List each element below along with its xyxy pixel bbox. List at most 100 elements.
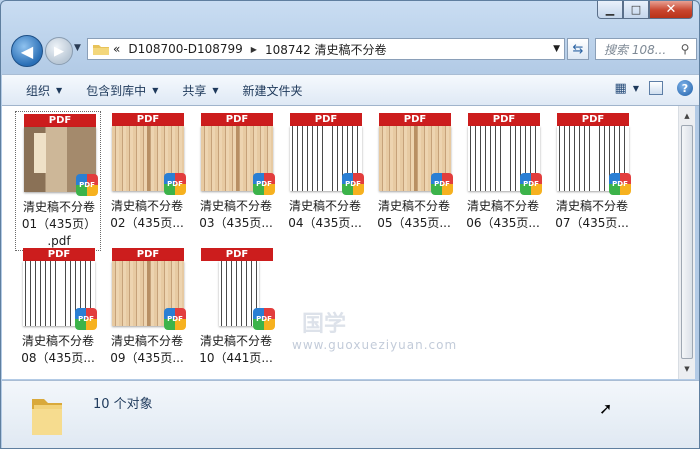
pdf-app-icon: PDF xyxy=(164,308,186,330)
include-library-menu[interactable]: 包含到库中 ▼ xyxy=(86,82,158,99)
file-name-line2: 09（435页... xyxy=(110,351,184,365)
file-item[interactable]: PDF PDF 清史稿不分卷 01（435页） .pdf xyxy=(15,111,101,251)
include-library-label: 包含到库中 xyxy=(86,83,147,98)
search-placeholder: 搜索 108... xyxy=(604,42,667,57)
breadcrumb-arrow-icon[interactable]: ▶ xyxy=(251,45,257,54)
caption-buttons: ▁ □ ✕ xyxy=(597,1,693,19)
file-item[interactable]: PDF PDF 清史稿不分卷 02（435页... xyxy=(104,111,190,251)
file-name: 清史稿不分卷 09（435页... xyxy=(104,333,190,367)
scroll-up-icon[interactable]: ▲ xyxy=(680,108,694,124)
folder-icon xyxy=(93,45,109,55)
file-name-line2: 06（435页... xyxy=(466,216,540,230)
pdf-thumbnail: PDF PDF xyxy=(24,114,98,196)
file-name: 清史稿不分卷 10（441页... xyxy=(193,333,279,367)
pdf-app-icon: PDF xyxy=(342,173,364,195)
scroll-down-icon[interactable]: ▼ xyxy=(680,361,694,377)
pdf-app-icon: PDF xyxy=(75,308,97,330)
address-dropdown-icon[interactable]: ▼ xyxy=(553,44,560,54)
help-icon[interactable]: ? xyxy=(677,80,693,96)
file-item[interactable]: PDF PDF 清史稿不分卷 10（441页... xyxy=(193,246,279,386)
pdf-label: PDF xyxy=(112,248,184,261)
pdf-label: PDF xyxy=(290,113,362,126)
file-name-line1: 清史稿不分卷 xyxy=(21,334,94,348)
scrollbar-thumb[interactable] xyxy=(681,125,693,359)
pdf-app-icon: PDF xyxy=(76,174,98,196)
mouse-cursor-icon: ➚ xyxy=(599,399,613,418)
file-item[interactable]: PDF PDF 清史稿不分卷 07（435页... xyxy=(549,111,635,251)
organize-label: 组织 xyxy=(26,83,51,98)
file-name-line1: 清史稿不分卷 xyxy=(199,199,272,213)
preview-pane-icon[interactable] xyxy=(649,81,663,95)
watermark-logo: 国学 xyxy=(302,312,347,337)
item-count: 10 个对象 xyxy=(93,397,153,412)
pdf-label: PDF xyxy=(557,113,629,126)
back-button[interactable]: ◀ xyxy=(11,35,43,67)
history-dropdown-icon[interactable]: ▼ xyxy=(74,43,81,53)
pdf-label: PDF xyxy=(468,113,540,126)
pdf-thumbnail: PDF PDF xyxy=(468,113,542,195)
breadcrumb-parent[interactable]: D108700-D108799 xyxy=(128,42,242,56)
file-name: 清史稿不分卷 05（435页... xyxy=(371,198,457,232)
pdf-thumbnail: PDF PDF xyxy=(23,248,97,330)
pdf-thumbnail: PDF PDF xyxy=(379,113,453,195)
file-name-line1: 清史稿不分卷 xyxy=(377,199,450,213)
file-name: 清史稿不分卷 01（435页） .pdf xyxy=(16,199,102,250)
pdf-label: PDF xyxy=(24,114,96,127)
file-name-line2: 08（435页... xyxy=(21,351,95,365)
address-row: ◀ ▶ ▼ « D108700-D108799 ▶ 108742 清史稿不分卷 … xyxy=(9,33,697,67)
file-name: 清史稿不分卷 02（435页... xyxy=(104,198,190,232)
file-name-line1: 清史稿不分卷 xyxy=(110,334,183,348)
breadcrumb-current[interactable]: 108742 清史稿不分卷 xyxy=(265,41,387,58)
search-input[interactable]: 搜索 108... ⚲ xyxy=(595,38,697,60)
pdf-app-icon: PDF xyxy=(431,173,453,195)
minimize-button[interactable]: ▁ xyxy=(597,1,623,19)
pdf-label: PDF xyxy=(201,113,273,126)
pdf-app-icon: PDF xyxy=(253,308,275,330)
pdf-label: PDF xyxy=(201,248,273,261)
breadcrumb-prefix[interactable]: « xyxy=(113,42,120,56)
file-name-line2: 05（435页... xyxy=(377,216,451,230)
pdf-thumbnail: PDF PDF xyxy=(112,113,186,195)
pdf-app-icon: PDF xyxy=(164,173,186,195)
pdf-label: PDF xyxy=(379,113,451,126)
file-name-line1: 清史稿不分卷 xyxy=(110,199,183,213)
file-name-line1: 清史稿不分卷 xyxy=(466,199,539,213)
organize-menu[interactable]: 组织 ▼ xyxy=(26,82,62,99)
share-menu[interactable]: 共享 ▼ xyxy=(182,82,218,99)
pdf-thumbnail: PDF PDF xyxy=(201,113,275,195)
address-bar[interactable]: « D108700-D108799 ▶ 108742 清史稿不分卷 ▼ xyxy=(87,38,565,60)
file-list-view[interactable]: 国学 www.guoxueziyuan.com PDF PDF 清史稿不分卷 01（4… xyxy=(2,106,678,379)
pdf-label: PDF xyxy=(23,248,95,261)
file-item[interactable]: PDF PDF 清史稿不分卷 08（435页... xyxy=(15,246,101,386)
file-item[interactable]: PDF PDF 清史稿不分卷 05（435页... xyxy=(371,111,457,251)
file-name-line2: 01（435页） xyxy=(21,217,97,231)
pdf-label: PDF xyxy=(112,113,184,126)
pdf-thumbnail: PDF PDF xyxy=(112,248,186,330)
share-label: 共享 xyxy=(182,83,207,98)
file-item[interactable]: PDF PDF 清史稿不分卷 04（435页... xyxy=(282,111,368,251)
file-name-line2: 10（441页... xyxy=(199,351,273,365)
folder-icon xyxy=(32,399,62,435)
file-item[interactable]: PDF PDF 清史稿不分卷 06（435页... xyxy=(460,111,546,251)
pdf-thumbnail: PDF PDF xyxy=(290,113,364,195)
search-icon[interactable]: ⚲ xyxy=(677,42,693,56)
pdf-thumbnail: PDF PDF xyxy=(557,113,631,195)
new-folder-button[interactable]: 新建文件夹 xyxy=(243,82,303,99)
file-name-line1: 清史稿不分卷 xyxy=(555,199,628,213)
refresh-button[interactable]: ⇆ xyxy=(567,38,589,60)
file-name: 清史稿不分卷 03（435页... xyxy=(193,198,279,232)
forward-button[interactable]: ▶ xyxy=(45,37,73,65)
chevron-down-icon: ▼ xyxy=(56,85,63,95)
file-name-line2: 04（435页... xyxy=(288,216,362,230)
file-item[interactable]: PDF PDF 清史稿不分卷 09（435页... xyxy=(104,246,190,386)
file-name: 清史稿不分卷 08（435页... xyxy=(15,333,101,367)
maximize-button[interactable]: □ xyxy=(623,1,649,19)
close-button[interactable]: ✕ xyxy=(649,1,693,19)
view-options-icon[interactable]: ▦ xyxy=(615,81,627,96)
view-controls: ▦ ▼ ? xyxy=(615,80,693,96)
file-name-line2: 07（435页... xyxy=(555,216,629,230)
view-dropdown-icon[interactable]: ▼ xyxy=(633,84,639,93)
file-item[interactable]: PDF PDF 清史稿不分卷 03（435页... xyxy=(193,111,279,251)
pdf-app-icon: PDF xyxy=(520,173,542,195)
vertical-scrollbar[interactable]: ▲ ▼ xyxy=(678,106,695,379)
